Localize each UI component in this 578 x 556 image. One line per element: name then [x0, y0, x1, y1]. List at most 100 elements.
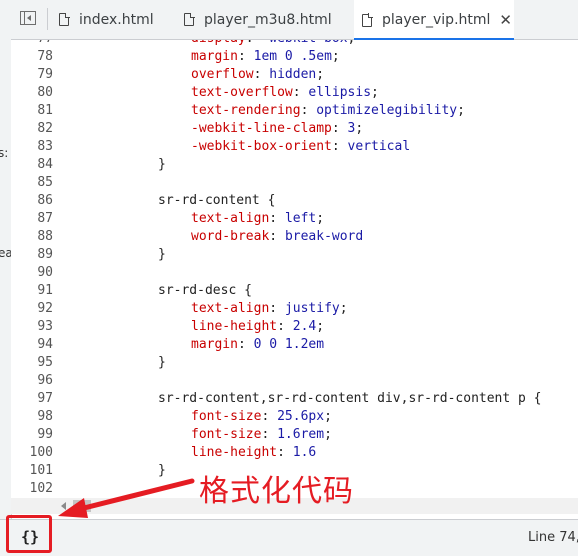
tab-index-html[interactable]: index.html: [59, 0, 179, 39]
code-text: -webkit-box-orient: vertical: [191, 138, 410, 156]
tab-label: player_m3u8.html: [204, 11, 332, 28]
code-text: word-break: break-word: [191, 228, 363, 246]
code-token: margin: [191, 49, 238, 64]
code-token: :: [269, 211, 285, 226]
code-token: :: [277, 319, 293, 334]
line-number: 90: [37, 265, 53, 280]
code-text: display: -webkit-box;: [191, 40, 355, 48]
code-text: sr-rd-content {: [158, 192, 275, 210]
code-token: line-height: [191, 319, 278, 334]
tab-player-vip-html[interactable]: player_vip.html ✕: [354, 0, 514, 40]
code-token: sr-rd-content {: [158, 193, 276, 208]
line-number: 93: [37, 319, 53, 334]
code-token: optimizelegibility: [316, 103, 458, 118]
code-text: sr-rd-desc {: [158, 282, 252, 300]
code-token: ;: [331, 49, 340, 64]
line-number: 101: [29, 463, 53, 478]
tab-player-m3u8-html[interactable]: player_m3u8.html: [184, 0, 354, 39]
code-line: 87 text-align: left;: [11, 210, 578, 228]
code-token: ;: [316, 319, 325, 334]
code-line: 100 line-height: 1.6: [11, 444, 578, 462]
line-number: 89: [37, 247, 53, 262]
toggle-navigator-icon[interactable]: [20, 11, 36, 25]
code-line: 95}: [11, 354, 578, 372]
code-text: }: [158, 462, 166, 480]
code-token: font-size: [191, 409, 262, 424]
code-token: 1.6: [292, 445, 317, 460]
scrollbar-thumb[interactable]: [73, 500, 91, 512]
code-token: ;: [324, 427, 332, 442]
code-line: 88 word-break: break-word: [11, 228, 578, 246]
code-text: line-height: 1.6: [191, 444, 316, 462]
code-token: left: [284, 211, 317, 226]
code-token: :: [269, 301, 285, 316]
tab-divider: [47, 8, 48, 30]
code-token: :: [331, 139, 348, 154]
line-number: 98: [37, 409, 53, 424]
line-number: 94: [37, 337, 53, 352]
code-token: :: [331, 121, 348, 136]
scroll-left-icon[interactable]: [61, 502, 66, 510]
code-token: sr-rd-desc {: [158, 283, 252, 298]
tab-label: index.html: [79, 11, 154, 28]
code-line: 77 display: -webkit-box;: [11, 40, 578, 48]
line-number: 84: [37, 157, 53, 172]
line-number: 95: [37, 355, 53, 370]
code-line: 96: [11, 372, 578, 390]
code-token: }: [158, 157, 166, 172]
code-line: 92 text-align: justify;: [11, 300, 578, 318]
code-token: -webkit-line-clamp: [191, 121, 332, 136]
tab-label: player_vip.html: [382, 12, 491, 28]
code-text: }: [158, 246, 166, 264]
code-token: :: [261, 409, 278, 424]
code-token: :: [292, 85, 309, 100]
code-token: overflow: [191, 67, 254, 82]
line-number: 102: [29, 481, 53, 496]
code-token: :: [277, 445, 293, 460]
scrollbar-gutter: [11, 498, 55, 514]
code-line: 83 -webkit-box-orient: vertical: [11, 138, 578, 156]
line-number: 77: [13, 40, 53, 48]
line-number: 99: [37, 427, 53, 442]
code-line: 81 text-rendering: optimizelegibility;: [11, 102, 578, 120]
line-number: 97: [37, 391, 53, 406]
code-line: 94 margin: 0 0 1.2em: [11, 336, 578, 354]
cursor-position: Line 74,: [528, 530, 578, 545]
code-token: text-align: [191, 301, 270, 316]
code-token: }: [158, 247, 166, 262]
editor-tab-bar: index.html player_m3u8.html player_vip.h…: [11, 0, 578, 40]
code-token: }: [158, 463, 166, 478]
code-line: 93 line-height: 2.4;: [11, 318, 578, 336]
code-token: :: [269, 229, 285, 244]
line-number: 87: [37, 211, 53, 226]
code-token: :: [237, 337, 254, 352]
code-line: 89}: [11, 246, 578, 264]
code-token: ;: [457, 103, 465, 118]
line-number: 80: [37, 85, 53, 100]
line-number: 81: [37, 103, 53, 118]
close-tab-icon[interactable]: ✕: [499, 11, 512, 29]
code-text: margin: 1em 0 .5em;: [191, 48, 340, 66]
code-text: overflow: hidden;: [191, 66, 324, 84]
code-text: text-align: left;: [191, 210, 324, 228]
code-token: ;: [339, 301, 348, 316]
code-token: ;: [316, 67, 325, 82]
code-token: :: [253, 67, 270, 82]
code-text: text-align: justify;: [191, 300, 348, 318]
code-token: sr-rd-content,sr-rd-content div,sr-rd-co…: [158, 391, 542, 406]
code-token: text-align: [191, 211, 270, 226]
code-line: 82 -webkit-line-clamp: 3;: [11, 120, 578, 138]
code-token: text-overflow: [191, 85, 293, 100]
code-token: margin: [191, 337, 238, 352]
line-number: 83: [37, 139, 53, 154]
code-editor[interactable]: 77 display: -webkit-box; 78 margin: 1em 0 .…: [11, 40, 578, 498]
code-line: 84}: [11, 156, 578, 174]
code-line: 85: [11, 174, 578, 192]
code-token: -webkit-box-orient: [191, 139, 332, 154]
line-number: 85: [37, 175, 53, 190]
code-token: font-size: [191, 427, 262, 442]
line-number: 78: [37, 49, 53, 64]
status-bar: {} Line 74,: [0, 519, 578, 556]
annotation-text: 格式化代码: [199, 474, 354, 509]
code-text: font-size: 25.6px;: [191, 408, 332, 426]
